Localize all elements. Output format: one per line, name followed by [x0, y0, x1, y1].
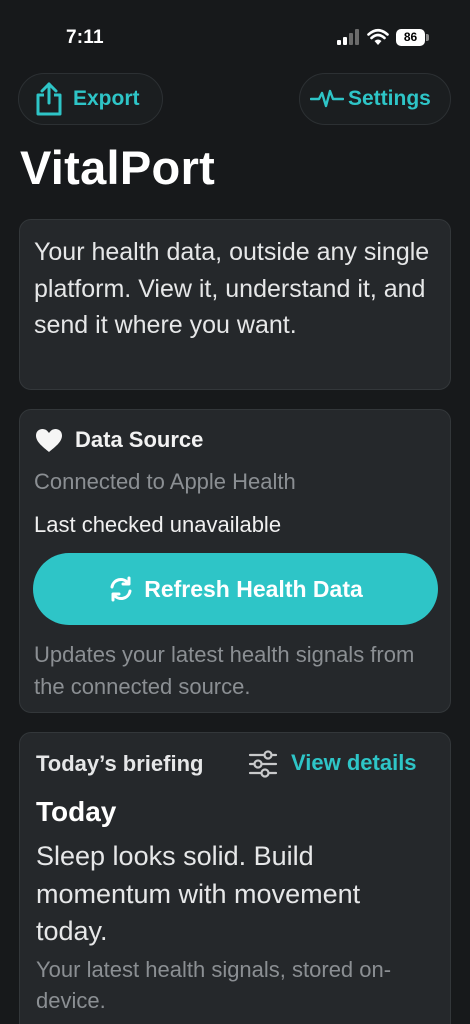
sliders-icon[interactable] — [248, 750, 278, 778]
intro-card: Your health data, outside any single pla… — [19, 219, 451, 390]
battery-level: 86 — [396, 29, 425, 46]
briefing-title: Today — [36, 796, 117, 827]
last-checked-status: Last checked unavailable — [34, 512, 282, 537]
refresh-icon — [110, 576, 132, 602]
status-time: 7:11 — [66, 27, 104, 48]
settings-button[interactable]: Settings — [299, 73, 451, 125]
export-button[interactable]: Export — [18, 73, 163, 125]
battery-cap — [426, 34, 429, 41]
heart-icon — [36, 428, 62, 452]
refresh-health-data-button[interactable]: Refresh Health Data — [33, 553, 438, 625]
data-source-title: Data Source — [75, 427, 204, 452]
export-label: Export — [73, 87, 140, 110]
connection-status: Connected to Apple Health — [34, 469, 296, 494]
cellular-signal-icon — [337, 29, 359, 45]
data-source-card: Data Source Connected to Apple Health La… — [19, 409, 451, 713]
briefing-subtext: Your latest health signals, stored on-de… — [36, 957, 392, 1013]
briefing-card: Today’s briefing View details Today Slee… — [19, 732, 451, 1024]
app-title: VitalPort — [20, 141, 216, 194]
briefing-label: Today’s briefing — [36, 751, 204, 776]
refresh-label: Refresh Health Data — [144, 575, 363, 602]
refresh-note: Updates your latest health signals from … — [34, 642, 415, 699]
view-details-link[interactable]: View details — [291, 750, 417, 776]
briefing-text: Sleep looks solid. Build momentum with m… — [36, 841, 361, 946]
status-bar: 7:11 86 — [0, 0, 470, 70]
waveform-icon — [310, 89, 344, 108]
intro-text: Your health data, outside any single pla… — [34, 238, 430, 339]
battery-indicator: 86 — [396, 29, 429, 46]
share-icon — [36, 82, 62, 116]
wifi-icon — [367, 28, 389, 45]
settings-label: Settings — [348, 87, 431, 110]
data-source-header: Data Source — [35, 427, 203, 453]
app-screen: 7:11 86 Export Settings VitalPort Your h… — [0, 0, 470, 1024]
